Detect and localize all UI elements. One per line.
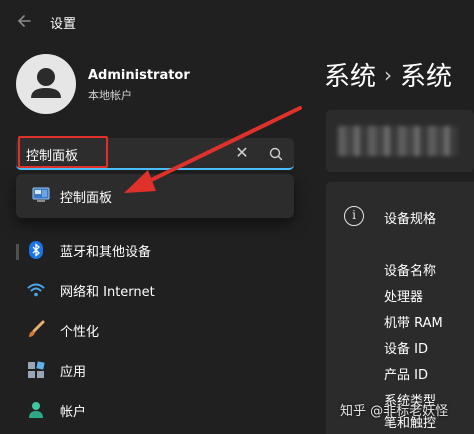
main-panel: 系统 › 系统 i 设备规格 设备名称 处理器 机带 RAM 设备 ID 产品 ID… (308, 44, 474, 434)
spec-label: 产品 ID (384, 368, 428, 383)
device-specs-card[interactable]: i 设备规格 设备名称 处理器 机带 RAM 设备 ID 产品 ID 系统类型 … (326, 182, 474, 434)
account-type: 本地帐户 (88, 89, 132, 102)
back-arrow-icon[interactable] (14, 10, 36, 32)
sidebar-item-accounts[interactable]: 帐户 (16, 392, 294, 428)
brush-icon (29, 320, 45, 337)
spec-label: 设备 ID (384, 342, 428, 357)
search-input-highlight (18, 136, 108, 168)
avatar[interactable] (16, 54, 76, 114)
blurred-device-name (338, 126, 458, 156)
sidebar-item-label: 应用 (60, 365, 87, 380)
sidebar-item-network[interactable]: 网络和 Internet (16, 272, 294, 308)
apps-icon (28, 361, 45, 378)
search-icon[interactable] (266, 144, 286, 164)
title-bar: 设置 (0, 0, 474, 44)
spec-label: 处理器 (384, 290, 424, 305)
bluetooth-icon (29, 241, 43, 259)
sidebar-item-label: 帐户 (60, 405, 87, 420)
spec-label: 机带 RAM (384, 316, 443, 331)
wifi-icon (27, 283, 45, 297)
user-silhouette-icon (31, 68, 61, 98)
sidebar-item-personalization[interactable]: 个性化 (16, 312, 294, 348)
watermark: 知乎 @非标老妖怪 (340, 404, 449, 419)
chevron-right-icon: › (384, 63, 393, 87)
sidebar: Administrator 本地帐户 控制面板 ✕ 控制面板 蓝牙和其他设备 网… (0, 44, 308, 434)
sidebar-item-label: 个性化 (60, 325, 100, 340)
info-icon: i (344, 206, 364, 226)
breadcrumb-item: 系统 (400, 62, 453, 92)
breadcrumb: 系统 › 系统 (324, 56, 452, 93)
breadcrumb-item[interactable]: 系统 (324, 62, 376, 92)
search-results-dropdown: 控制面板 (16, 174, 294, 218)
sidebar-item-label: 网络和 Internet (60, 285, 155, 300)
device-name-card (326, 110, 474, 172)
sidebar-item-label: 蓝牙和其他设备 (60, 245, 152, 260)
sidebar-item-bluetooth[interactable]: 蓝牙和其他设备 (16, 232, 294, 268)
search-result-label: 控制面板 (60, 191, 113, 206)
user-name: Administrator (88, 68, 190, 83)
spec-section-title: 设备规格 (384, 212, 437, 227)
app-title: 设置 (50, 17, 77, 32)
control-panel-icon (32, 187, 50, 202)
sidebar-item-apps[interactable]: 应用 (16, 352, 294, 388)
account-icon (29, 402, 43, 418)
clear-search-icon[interactable]: ✕ (232, 143, 252, 163)
search-result-control-panel[interactable]: 控制面板 (16, 174, 294, 218)
spec-label: 设备名称 (384, 264, 437, 279)
